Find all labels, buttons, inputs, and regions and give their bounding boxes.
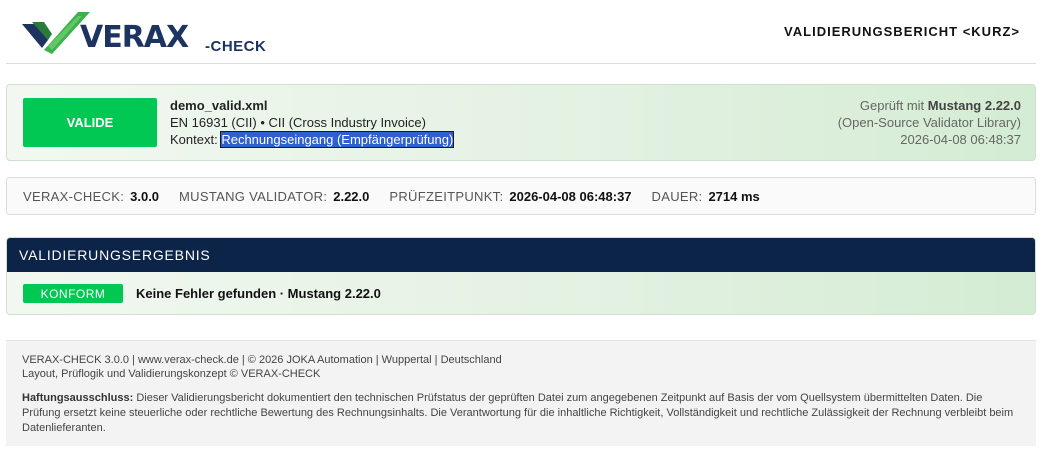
meta-value: 2714 ms (708, 188, 760, 204)
disclaimer: Haftungsausschluss: Dieser Validierungsb… (22, 391, 1020, 436)
meta-value: 2026-04-08 06:48:37 (509, 188, 632, 204)
result-summary: Keine Fehler gefunden · Mustang 2.22.0 (136, 286, 381, 301)
meta-item-mustang-version: MUSTANG VALIDATOR: 2.22.0 (179, 189, 369, 204)
checked-with-line: Geprüft mit Mustang 2.22.0 (838, 97, 1021, 114)
footer-copyright: VERAX-CHECK 3.0.0 | www.verax-check.de |… (22, 354, 502, 366)
meta-label: MUSTANG VALIDATOR: (179, 188, 328, 204)
report-title: VALIDIERUNGSBERICHT <KURZ> (784, 24, 1020, 39)
meta-item-verax-version: VERAX-CHECK: 3.0.0 (23, 189, 159, 204)
header-divider (6, 63, 1036, 64)
file-name: demo_valid.xml (170, 98, 268, 113)
disclaimer-label: Haftungsausschluss: (22, 392, 134, 404)
logo-suffix: -CHECK (205, 38, 267, 55)
valid-status-badge: VALIDE (23, 98, 157, 147)
conform-status-badge: KONFORM (23, 284, 123, 303)
meta-label: PRÜFZEITPUNKT: (389, 188, 504, 204)
meta-value: 2.22.0 (333, 188, 370, 204)
checked-with-value: Mustang 2.22.0 (927, 98, 1021, 113)
file-info: demo_valid.xml EN 16931 (CII) • CII (Cro… (170, 97, 455, 148)
validation-result-panel: VALIDIERUNGSERGEBNIS KONFORM Keine Fehle… (6, 237, 1036, 315)
context-value[interactable]: Rechnungseingang (Empfängerprüfung) (220, 131, 455, 148)
result-header: VALIDIERUNGSERGEBNIS (7, 238, 1035, 272)
validator-info: Geprüft mit Mustang 2.22.0 (Open-Source … (838, 97, 1021, 148)
report-header: VERAX -CHECK VALIDIERUNGSBERICHT <KURZ> (0, 0, 1044, 64)
verax-check-logo: VERAX -CHECK (22, 10, 282, 55)
context-label: Kontext: (170, 132, 218, 147)
disclaimer-text: Dieser Validierungsbericht dokumentiert … (22, 392, 1014, 434)
checked-with-prefix: Geprüft mit (859, 98, 925, 113)
context-line: Kontext: Rechnungseingang (Empfängerprüf… (170, 131, 455, 148)
validation-status-card: VALIDE demo_valid.xml EN 16931 (CII) • C… (6, 84, 1036, 161)
invoice-standard: EN 16931 (CII) • CII (Cross Industry Inv… (170, 115, 426, 130)
logo-wordmark: VERAX (80, 20, 189, 55)
report-footer: VERAX-CHECK 3.0.0 | www.verax-check.de |… (6, 340, 1036, 446)
meta-info-bar: VERAX-CHECK: 3.0.0 MUSTANG VALIDATOR: 2.22… (6, 177, 1036, 215)
meta-value: 3.0.0 (130, 188, 160, 204)
footer-concept: Layout, Prüflogik und Validierungskonzep… (22, 368, 321, 380)
library-note: (Open-Source Validator Library) (837, 115, 1021, 130)
meta-item-check-time: PRÜFZEITPUNKT: 2026-04-08 06:48:37 (389, 189, 631, 204)
check-timestamp: 2026-04-08 06:48:37 (900, 132, 1021, 147)
meta-label: DAUER: (651, 188, 703, 204)
meta-label: VERAX-CHECK: (23, 188, 125, 204)
meta-item-duration: DAUER: 2714 ms (652, 189, 760, 204)
result-body: KONFORM Keine Fehler gefunden · Mustang … (7, 272, 1035, 314)
